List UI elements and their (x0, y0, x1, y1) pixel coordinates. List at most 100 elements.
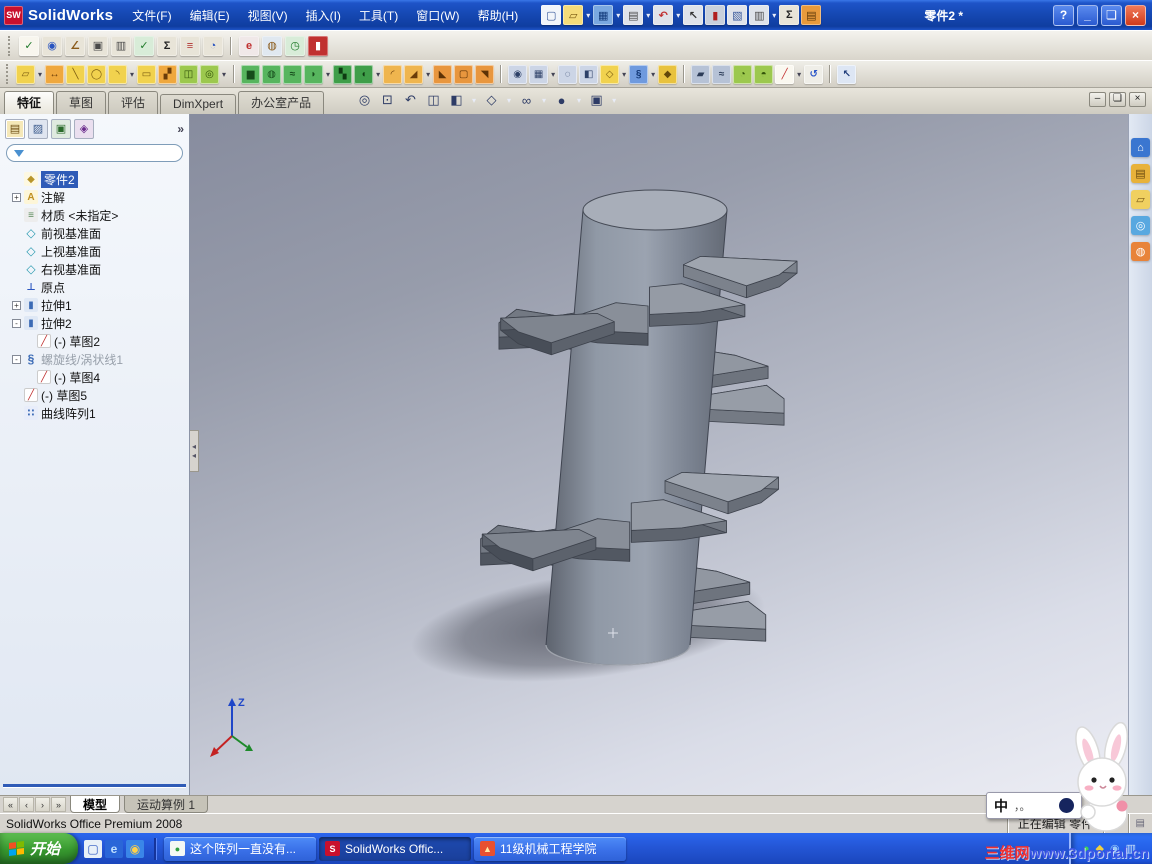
filter-input[interactable] (29, 146, 175, 160)
help-button[interactable]: ? (1053, 4, 1074, 26)
command-tab[interactable]: 特征 (4, 91, 55, 114)
dropdown-caret-icon[interactable]: ▾ (426, 70, 430, 79)
panel-expand-chevron[interactable]: » (177, 122, 184, 136)
file-explorer-icon[interactable]: ▱ (1131, 190, 1150, 209)
tree-expander[interactable]: - (12, 354, 21, 364)
dropdown-caret-icon[interactable]: ▾ (646, 11, 650, 20)
dimxpert-manager-icon[interactable]: ◈ (74, 118, 94, 139)
zoom-to-fit-icon[interactable]: ◎ (356, 92, 373, 108)
model-canvas[interactable]: Z (190, 114, 1128, 795)
doc-nav-button[interactable]: « (3, 797, 18, 812)
rectangle-icon[interactable]: ▭ (137, 64, 157, 84)
print-icon[interactable]: ▤ (623, 5, 644, 25)
dropdown-caret-icon[interactable]: ▾ (551, 70, 555, 79)
section-properties-icon[interactable]: ▥ (111, 35, 131, 56)
close-button[interactable]: × (1125, 4, 1146, 26)
undo-icon[interactable]: ↶ (653, 5, 674, 25)
circle-icon[interactable]: ◯ (87, 64, 107, 84)
task-solidworks-button[interactable]: S SolidWorks Offic... (319, 836, 472, 861)
dropdown-caret-icon[interactable]: ▾ (797, 70, 801, 79)
trim-entities-icon[interactable]: ▞ (158, 64, 178, 84)
design-library-icon[interactable]: ▤ (1131, 164, 1150, 183)
start-button[interactable]: 开始 (0, 833, 79, 864)
rebuild-icon[interactable]: ▮ (705, 5, 726, 25)
dropdown-caret-icon[interactable]: ▾ (577, 96, 581, 105)
dropdown-caret-icon[interactable]: ▾ (612, 96, 616, 105)
chamfer-icon[interactable]: ◢ (404, 64, 424, 84)
curves-icon[interactable]: § (629, 64, 649, 84)
flex-icon[interactable]: ≈ (712, 64, 732, 84)
section-view-icon[interactable]: ◫ (425, 92, 442, 108)
tree-item[interactable]: + ▮ 拉伸1 (2, 296, 187, 314)
photoworks-icon[interactable]: ◍ (262, 35, 282, 56)
spell-check-icon[interactable]: ✓ (19, 35, 39, 56)
wrap-icon[interactable]: ◔ (733, 64, 753, 84)
featuremanager-tree-icon[interactable]: ▤ (5, 118, 25, 139)
tree-expander[interactable]: + (12, 300, 21, 310)
tree-item[interactable]: ╱ (-) 草图4 (2, 368, 187, 386)
doc-nav-button[interactable]: ‹ (19, 797, 34, 812)
dropdown-caret-icon[interactable]: ▾ (676, 11, 680, 20)
check-geometry-icon[interactable]: ✓ (134, 35, 154, 56)
tree-item[interactable]: ◇ 前视基准面 (2, 224, 187, 242)
tree-item[interactable]: + A 注解 (2, 188, 187, 206)
menu-item[interactable]: 插入(I) (297, 3, 350, 28)
linear-pattern-icon[interactable]: ▦ (529, 64, 549, 84)
hyperlink-icon[interactable]: ◉ (42, 35, 62, 56)
tree-item[interactable]: ∷ 曲线阵列1 (2, 404, 187, 422)
menu-item[interactable]: 文件(F) (123, 3, 180, 28)
edrawings-publish-icon[interactable]: ▮ (308, 35, 328, 56)
dropdown-caret-icon[interactable]: ▾ (130, 70, 134, 79)
options-icon[interactable]: ▥ (749, 5, 770, 25)
panel-splitter-handle[interactable]: ◂ ◂ (190, 430, 199, 472)
undo-last-icon[interactable]: ↺ (804, 64, 824, 84)
dome-icon[interactable]: ◓ (754, 64, 774, 84)
revolved-boss-icon[interactable]: ◍ (262, 64, 282, 84)
doc-nav-button[interactable]: » (51, 797, 66, 812)
edit-appearance-icon[interactable]: ● (553, 93, 570, 108)
select-arrow-icon[interactable]: ↖ (837, 64, 857, 84)
rib-icon[interactable]: ◣ (433, 64, 453, 84)
menu-item[interactable]: 工具(T) (350, 3, 407, 28)
tree-item[interactable]: ⊥ 原点 (2, 278, 187, 296)
tree-item[interactable]: ╱ (-) 草图2 (2, 332, 187, 350)
tree-item[interactable]: ◇ 右视基准面 (2, 260, 187, 278)
internet-explorer-icon[interactable]: e (105, 839, 124, 858)
child-restore-button[interactable]: ❏ (1109, 92, 1126, 107)
reference-geometry-icon[interactable]: ◇ (600, 64, 620, 84)
menu-item[interactable]: 视图(V) (239, 3, 297, 28)
sigma-icon[interactable]: Σ (779, 5, 800, 25)
sketch-icon[interactable]: ▱ (16, 64, 35, 84)
task-browser-window-button[interactable]: ● 这个阵列一直没有... (164, 836, 317, 861)
command-tab[interactable]: DimXpert (160, 94, 237, 114)
command-tab[interactable]: 草图 (56, 91, 107, 114)
doc-nav-button[interactable]: › (35, 797, 50, 812)
swept-boss-icon[interactable]: ≈ (283, 64, 303, 84)
tree-expander[interactable]: + (12, 192, 21, 202)
edit-sketch-icon[interactable]: ╱ (775, 64, 795, 84)
line-icon[interactable]: ╲ (66, 64, 86, 84)
child-minimize-button[interactable]: – (1089, 92, 1106, 107)
dropdown-caret-icon[interactable]: ▾ (38, 70, 42, 79)
toolbar-grip[interactable] (6, 64, 9, 84)
dropdown-caret-icon[interactable]: ▾ (586, 11, 590, 20)
dropdown-caret-icon[interactable]: ▾ (222, 70, 226, 79)
dropdown-caret-icon[interactable]: ▾ (772, 11, 776, 20)
view-palette-icon[interactable]: ◍ (1131, 242, 1150, 261)
minimize-button[interactable]: _ (1077, 4, 1098, 26)
dropdown-caret-icon[interactable]: ▾ (622, 70, 626, 79)
task-school-site-button[interactable]: ▲ 11级机械工程学院 (474, 836, 627, 861)
toolbar-grip[interactable] (8, 35, 11, 56)
toolbox-icon[interactable]: ▤ (801, 5, 822, 25)
menu-item[interactable]: 窗口(W) (407, 3, 468, 28)
equations-icon[interactable]: ≡ (180, 35, 200, 56)
tree-item[interactable]: - ▮ 拉伸2 (2, 314, 187, 332)
measure-icon[interactable]: ∠ (65, 35, 85, 56)
view-orientation-icon[interactable]: ◧ (448, 92, 465, 108)
maximize-button[interactable]: ❏ (1101, 4, 1122, 26)
lofted-boss-icon[interactable]: ◗ (304, 64, 324, 84)
tree-item[interactable]: ╱ (-) 草图5 (2, 386, 187, 404)
dropdown-caret-icon[interactable]: ▾ (542, 96, 546, 105)
menu-item[interactable]: 帮助(H) (469, 3, 528, 28)
apply-scene-icon[interactable]: ▣ (588, 92, 605, 108)
